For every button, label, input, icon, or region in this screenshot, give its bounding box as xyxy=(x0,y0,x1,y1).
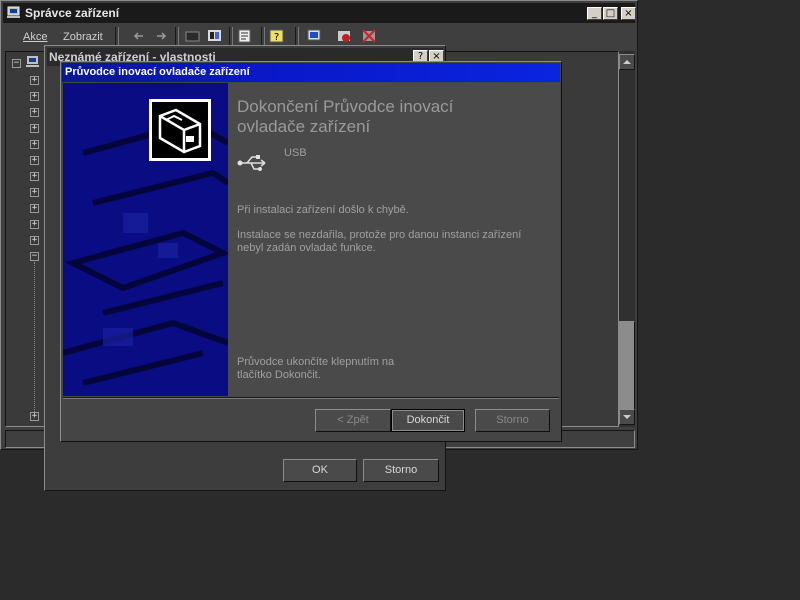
usb-icon xyxy=(237,153,269,176)
tree-collapse-toggle[interactable]: − xyxy=(30,252,39,261)
toolbar-separator xyxy=(229,27,233,45)
device-manager-title: Správce zařízení xyxy=(25,6,120,20)
view-toggle-icon[interactable] xyxy=(207,28,223,44)
forward-arrow-icon[interactable] xyxy=(153,28,169,44)
computer-node-icon[interactable] xyxy=(26,55,40,71)
error-message: Při instalaci zařízení došlo k chybě. xyxy=(237,204,409,216)
properties-icon[interactable] xyxy=(237,28,253,44)
svg-text:?: ? xyxy=(274,32,279,43)
tree-expand-toggle[interactable]: + xyxy=(30,236,39,245)
tree-expand-toggle[interactable]: + xyxy=(30,140,39,149)
menu-item-akce[interactable]: Akce xyxy=(23,31,47,43)
toolbar-separator xyxy=(261,27,265,45)
tree-expand-toggle[interactable]: + xyxy=(30,108,39,117)
disable-device-icon[interactable] xyxy=(337,28,353,44)
scroll-up-button[interactable] xyxy=(619,54,635,70)
wizard-dialog: Průvodce inovací ovladače zařízení Dokon… xyxy=(60,61,562,442)
tree-expand-toggle[interactable]: + xyxy=(30,76,39,85)
finish-button[interactable]: Dokončit xyxy=(391,409,465,432)
ok-button[interactable]: OK xyxy=(283,459,357,482)
tree-expand-toggle[interactable]: + xyxy=(30,92,39,101)
computer-icon xyxy=(7,6,21,19)
device-box-icon xyxy=(149,99,211,161)
menu-item-zobrazit[interactable]: Zobrazit xyxy=(63,31,103,43)
tree-expand-toggle[interactable]: + xyxy=(30,188,39,197)
tree-expand-toggle[interactable]: + xyxy=(30,204,39,213)
help-icon[interactable]: ? xyxy=(269,28,285,44)
wizard-titlebar[interactable]: Průvodce inovací ovladače zařízení xyxy=(62,63,560,82)
tree-expand-toggle[interactable]: + xyxy=(30,156,39,165)
tree-connector-line xyxy=(34,262,35,412)
uninstall-device-icon[interactable] xyxy=(361,28,377,44)
device-manager-titlebar[interactable]: Správce zařízení _ □ × xyxy=(3,3,636,23)
minimize-button[interactable]: _ xyxy=(587,7,602,20)
wizard-banner xyxy=(63,83,228,396)
back-arrow-icon[interactable] xyxy=(131,28,147,44)
toolbar-separator xyxy=(115,27,119,45)
close-button[interactable]: × xyxy=(621,7,636,20)
tree-expand-toggle[interactable]: + xyxy=(30,220,39,229)
tree-expand-toggle[interactable]: + xyxy=(30,124,39,133)
tree-collapse-toggle[interactable]: − xyxy=(12,59,21,68)
finish-hint: Průvodce ukončíte klepnutím na tlačítko … xyxy=(237,356,395,381)
wizard-cancel-button[interactable]: Storno xyxy=(475,409,550,432)
folder-icon[interactable] xyxy=(185,28,201,44)
wizard-title: Průvodce inovací ovladače zařízení xyxy=(65,66,250,78)
toolbar-separator xyxy=(295,27,299,45)
scan-hardware-icon[interactable] xyxy=(307,28,323,44)
toolbar-separator xyxy=(175,27,179,45)
properties-cancel-button[interactable]: Storno xyxy=(363,459,439,482)
tree-expand-toggle[interactable]: + xyxy=(30,412,39,421)
scroll-down-button[interactable] xyxy=(619,409,635,425)
maximize-button[interactable]: □ xyxy=(603,7,618,20)
vertical-scrollbar[interactable] xyxy=(619,51,635,427)
tree-expand-toggle[interactable]: + xyxy=(30,172,39,181)
wizard-heading: Dokončení Průvodce inovací ovladače zaří… xyxy=(237,97,454,136)
wizard-divider xyxy=(63,397,559,399)
back-button[interactable]: < Zpět xyxy=(315,409,391,432)
device-name: USB xyxy=(284,147,307,159)
wizard-content: Dokončení Průvodce inovací ovladače zaří… xyxy=(228,83,560,396)
scroll-thumb[interactable] xyxy=(619,321,635,411)
detail-message: Instalace se nezdařila, protože pro dano… xyxy=(237,229,522,254)
